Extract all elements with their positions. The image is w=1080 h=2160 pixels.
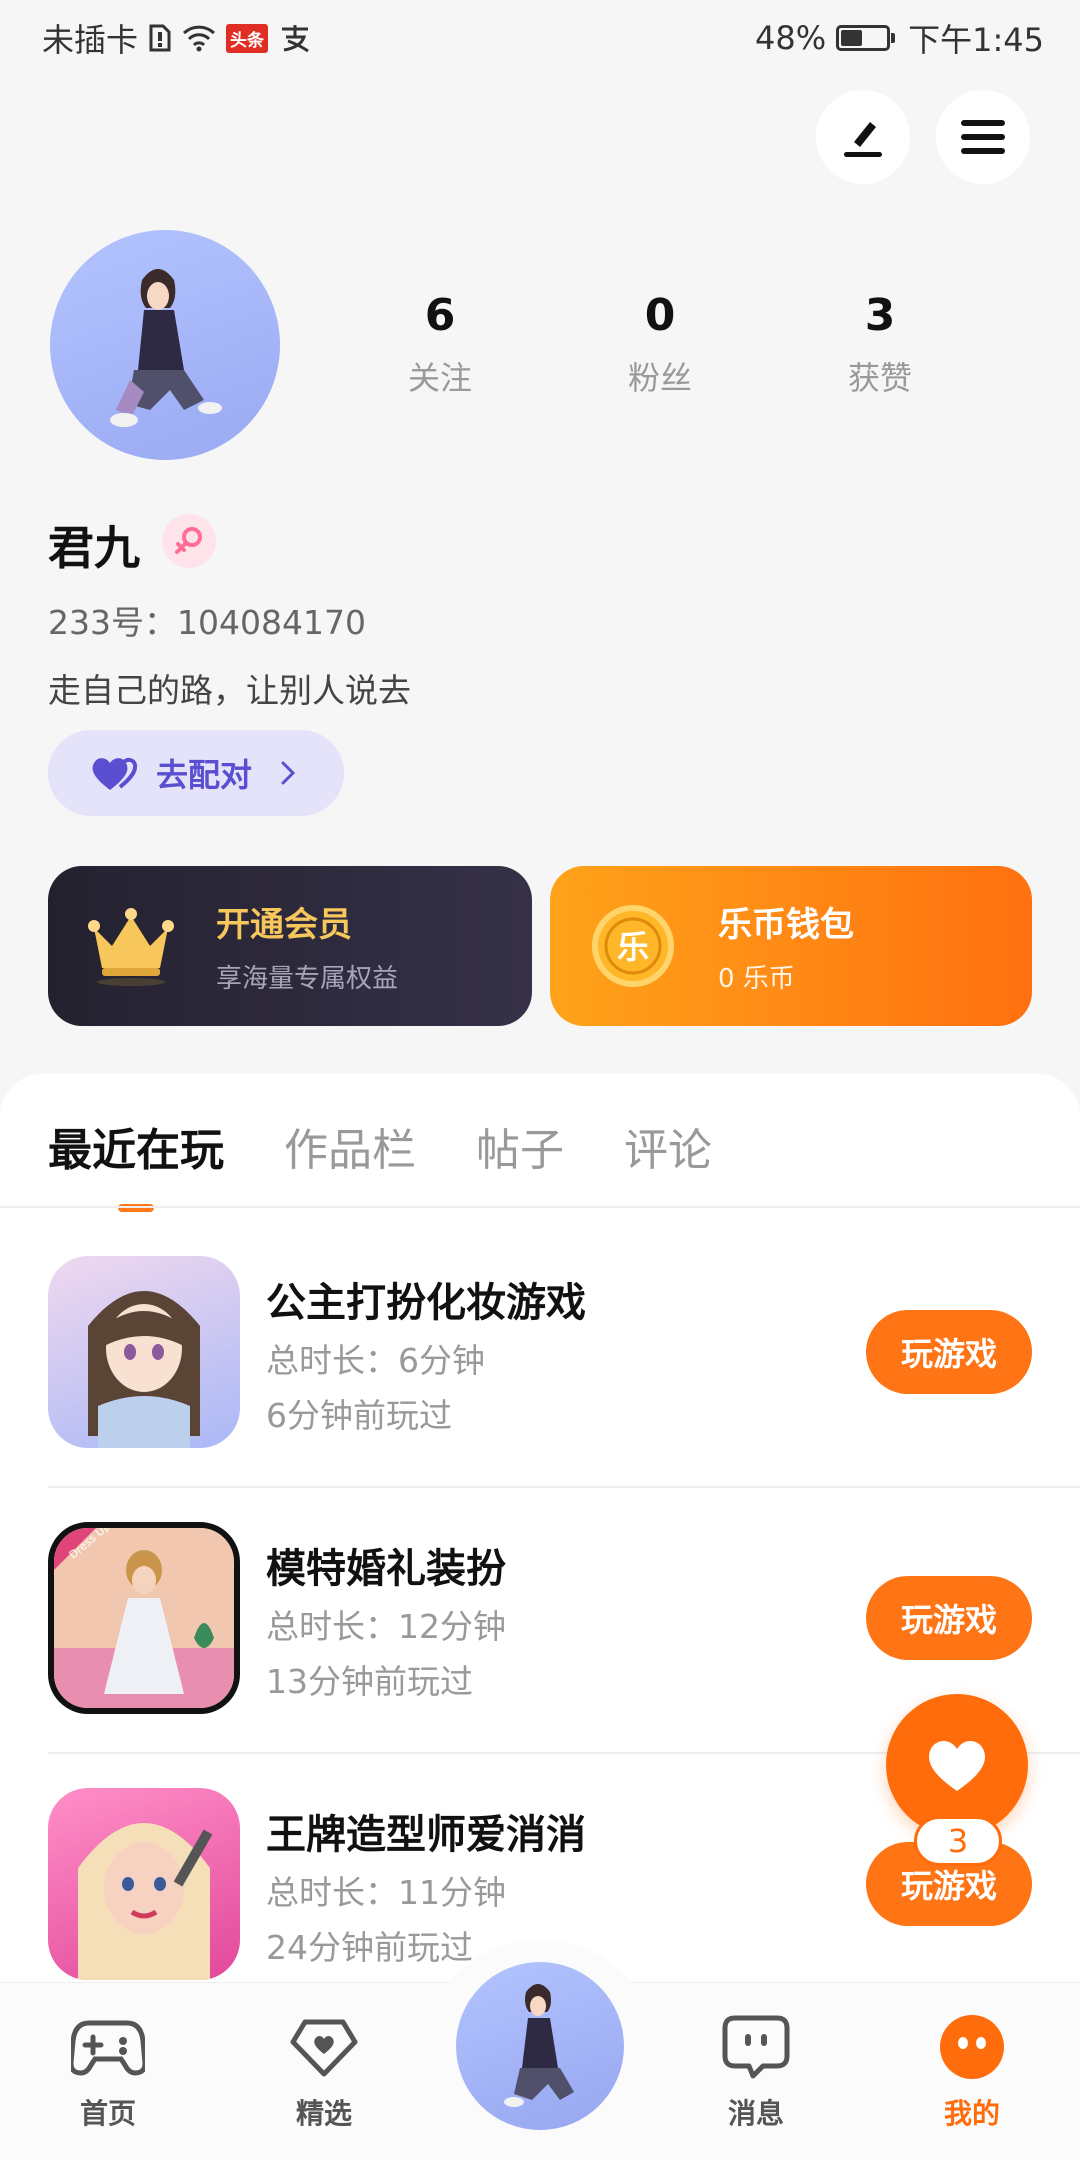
hamburger-menu-icon bbox=[961, 120, 1005, 154]
nav-item-featured[interactable]: 精选 bbox=[254, 2010, 394, 2132]
avatar[interactable] bbox=[50, 230, 280, 460]
game-last-played: 13分钟前玩过 bbox=[266, 1662, 473, 1701]
clock: 下午1:45 bbox=[908, 21, 1044, 59]
list-item[interactable]: 公主打扮化妆游戏 总时长：6分钟 6分钟前玩过 玩游戏 bbox=[48, 1256, 1032, 1452]
game-thumbnail bbox=[48, 1788, 240, 1980]
vip-subtitle: 享海量专属权益 bbox=[216, 964, 399, 994]
nav-label: 精选 bbox=[295, 2097, 352, 2130]
match-label: 去配对 bbox=[156, 756, 253, 794]
stat-fans[interactable]: 0 粉丝 bbox=[580, 290, 740, 399]
tab-posts[interactable]: 帖子 bbox=[476, 1114, 564, 1178]
nav-item-messages[interactable]: 消息 bbox=[686, 2010, 826, 2132]
user-bio: 走自己的路，让别人说去 bbox=[48, 671, 411, 710]
floating-count-badge: 3 bbox=[914, 1816, 1002, 1866]
sim-icon bbox=[149, 24, 171, 52]
wallet-card[interactable]: 乐 乐币钱包 0 乐币 bbox=[550, 866, 1032, 1026]
likes-label: 获赞 bbox=[847, 359, 912, 397]
wifi-icon bbox=[182, 25, 216, 52]
menu-button[interactable] bbox=[936, 90, 1030, 184]
game-title: 王牌造型师爱消消 bbox=[266, 1812, 586, 1858]
carrier-label: 未插卡 bbox=[42, 21, 139, 59]
list-item[interactable]: Dress Up 模特婚礼装扮 总时长：12分钟 13分钟前玩过 玩游戏 bbox=[48, 1522, 1032, 1718]
status-bar: 未插卡 头条 48% 下午1:45 bbox=[0, 0, 1080, 76]
edit-profile-button[interactable] bbox=[816, 90, 910, 184]
crown-icon bbox=[76, 891, 186, 1001]
user-id: 233号：104084170 bbox=[48, 603, 366, 642]
username: 君九 bbox=[48, 521, 140, 575]
battery-fill bbox=[841, 30, 863, 46]
smiley-face-icon bbox=[940, 2015, 1004, 2079]
tab-recent-label: 最近在玩 bbox=[48, 1125, 224, 1176]
fans-label: 粉丝 bbox=[627, 359, 692, 397]
stat-following[interactable]: 6 关注 bbox=[360, 290, 520, 399]
character-illustration bbox=[110, 269, 222, 427]
play-game-button[interactable]: 玩游戏 bbox=[866, 1310, 1032, 1394]
pencil-icon bbox=[844, 122, 882, 157]
heart-icon bbox=[929, 1740, 985, 1791]
nav-item-home[interactable]: 首页 bbox=[38, 2010, 178, 2132]
heart-diamond-icon bbox=[290, 2019, 358, 2077]
game-duration: 总时长：6分钟 bbox=[266, 1341, 485, 1380]
divider bbox=[0, 1206, 1080, 1208]
alipay-icon bbox=[282, 25, 309, 53]
vip-title: 开通会员 bbox=[216, 905, 352, 945]
play-game-button[interactable]: 玩游戏 bbox=[866, 1576, 1032, 1660]
floating-like-button[interactable] bbox=[886, 1694, 1028, 1836]
game-title: 模特婚礼装扮 bbox=[266, 1546, 506, 1592]
game-thumbnail bbox=[48, 1256, 240, 1448]
wallet-subtitle: 0 乐币 bbox=[718, 964, 795, 994]
tab-works[interactable]: 作品栏 bbox=[284, 1114, 416, 1178]
chevron-right-icon bbox=[281, 761, 296, 785]
fans-count: 0 bbox=[644, 290, 676, 341]
chat-bubble-icon bbox=[722, 2015, 790, 2079]
battery-percent: 48% bbox=[755, 19, 827, 57]
tab-recent[interactable]: 最近在玩 bbox=[48, 1114, 224, 1212]
stat-likes[interactable]: 3 获赞 bbox=[800, 290, 960, 399]
game-title: 公主打扮化妆游戏 bbox=[266, 1280, 586, 1326]
game-last-played: 24分钟前玩过 bbox=[266, 1928, 473, 1967]
nav-label: 我的 bbox=[943, 2097, 1000, 2130]
nav-avatar[interactable] bbox=[456, 1962, 624, 2130]
match-button[interactable]: 去配对 bbox=[48, 730, 344, 816]
character-illustration bbox=[504, 1984, 574, 2107]
female-icon bbox=[175, 527, 202, 554]
divider bbox=[48, 1486, 1080, 1488]
game-duration: 总时长：11分钟 bbox=[266, 1873, 506, 1912]
likes-count: 3 bbox=[864, 290, 896, 341]
nav-label: 消息 bbox=[727, 2097, 784, 2130]
gamepad-icon bbox=[71, 2020, 145, 2076]
following-count: 6 bbox=[424, 290, 456, 341]
wallet-title: 乐币钱包 bbox=[718, 905, 854, 945]
gender-badge bbox=[162, 514, 216, 568]
coin-char: 乐 bbox=[617, 928, 649, 966]
game-duration: 总时长：12分钟 bbox=[266, 1607, 506, 1646]
game-last-played: 6分钟前玩过 bbox=[266, 1396, 452, 1435]
following-label: 关注 bbox=[407, 359, 472, 397]
nav-item-me[interactable]: 我的 bbox=[902, 2010, 1042, 2132]
game-thumbnail: Dress Up bbox=[48, 1522, 240, 1714]
nav-label: 首页 bbox=[79, 2097, 136, 2130]
double-heart-icon bbox=[92, 757, 138, 790]
news-app-icon: 头条 bbox=[226, 23, 269, 53]
tab-comments[interactable]: 评论 bbox=[624, 1114, 712, 1178]
vip-card[interactable]: 开通会员 享海量专属权益 bbox=[48, 866, 532, 1026]
tab-bar: 最近在玩 作品栏 帖子 评论 bbox=[48, 1114, 712, 1212]
coin-icon: 乐 bbox=[578, 891, 688, 1001]
battery-icon bbox=[836, 25, 896, 51]
